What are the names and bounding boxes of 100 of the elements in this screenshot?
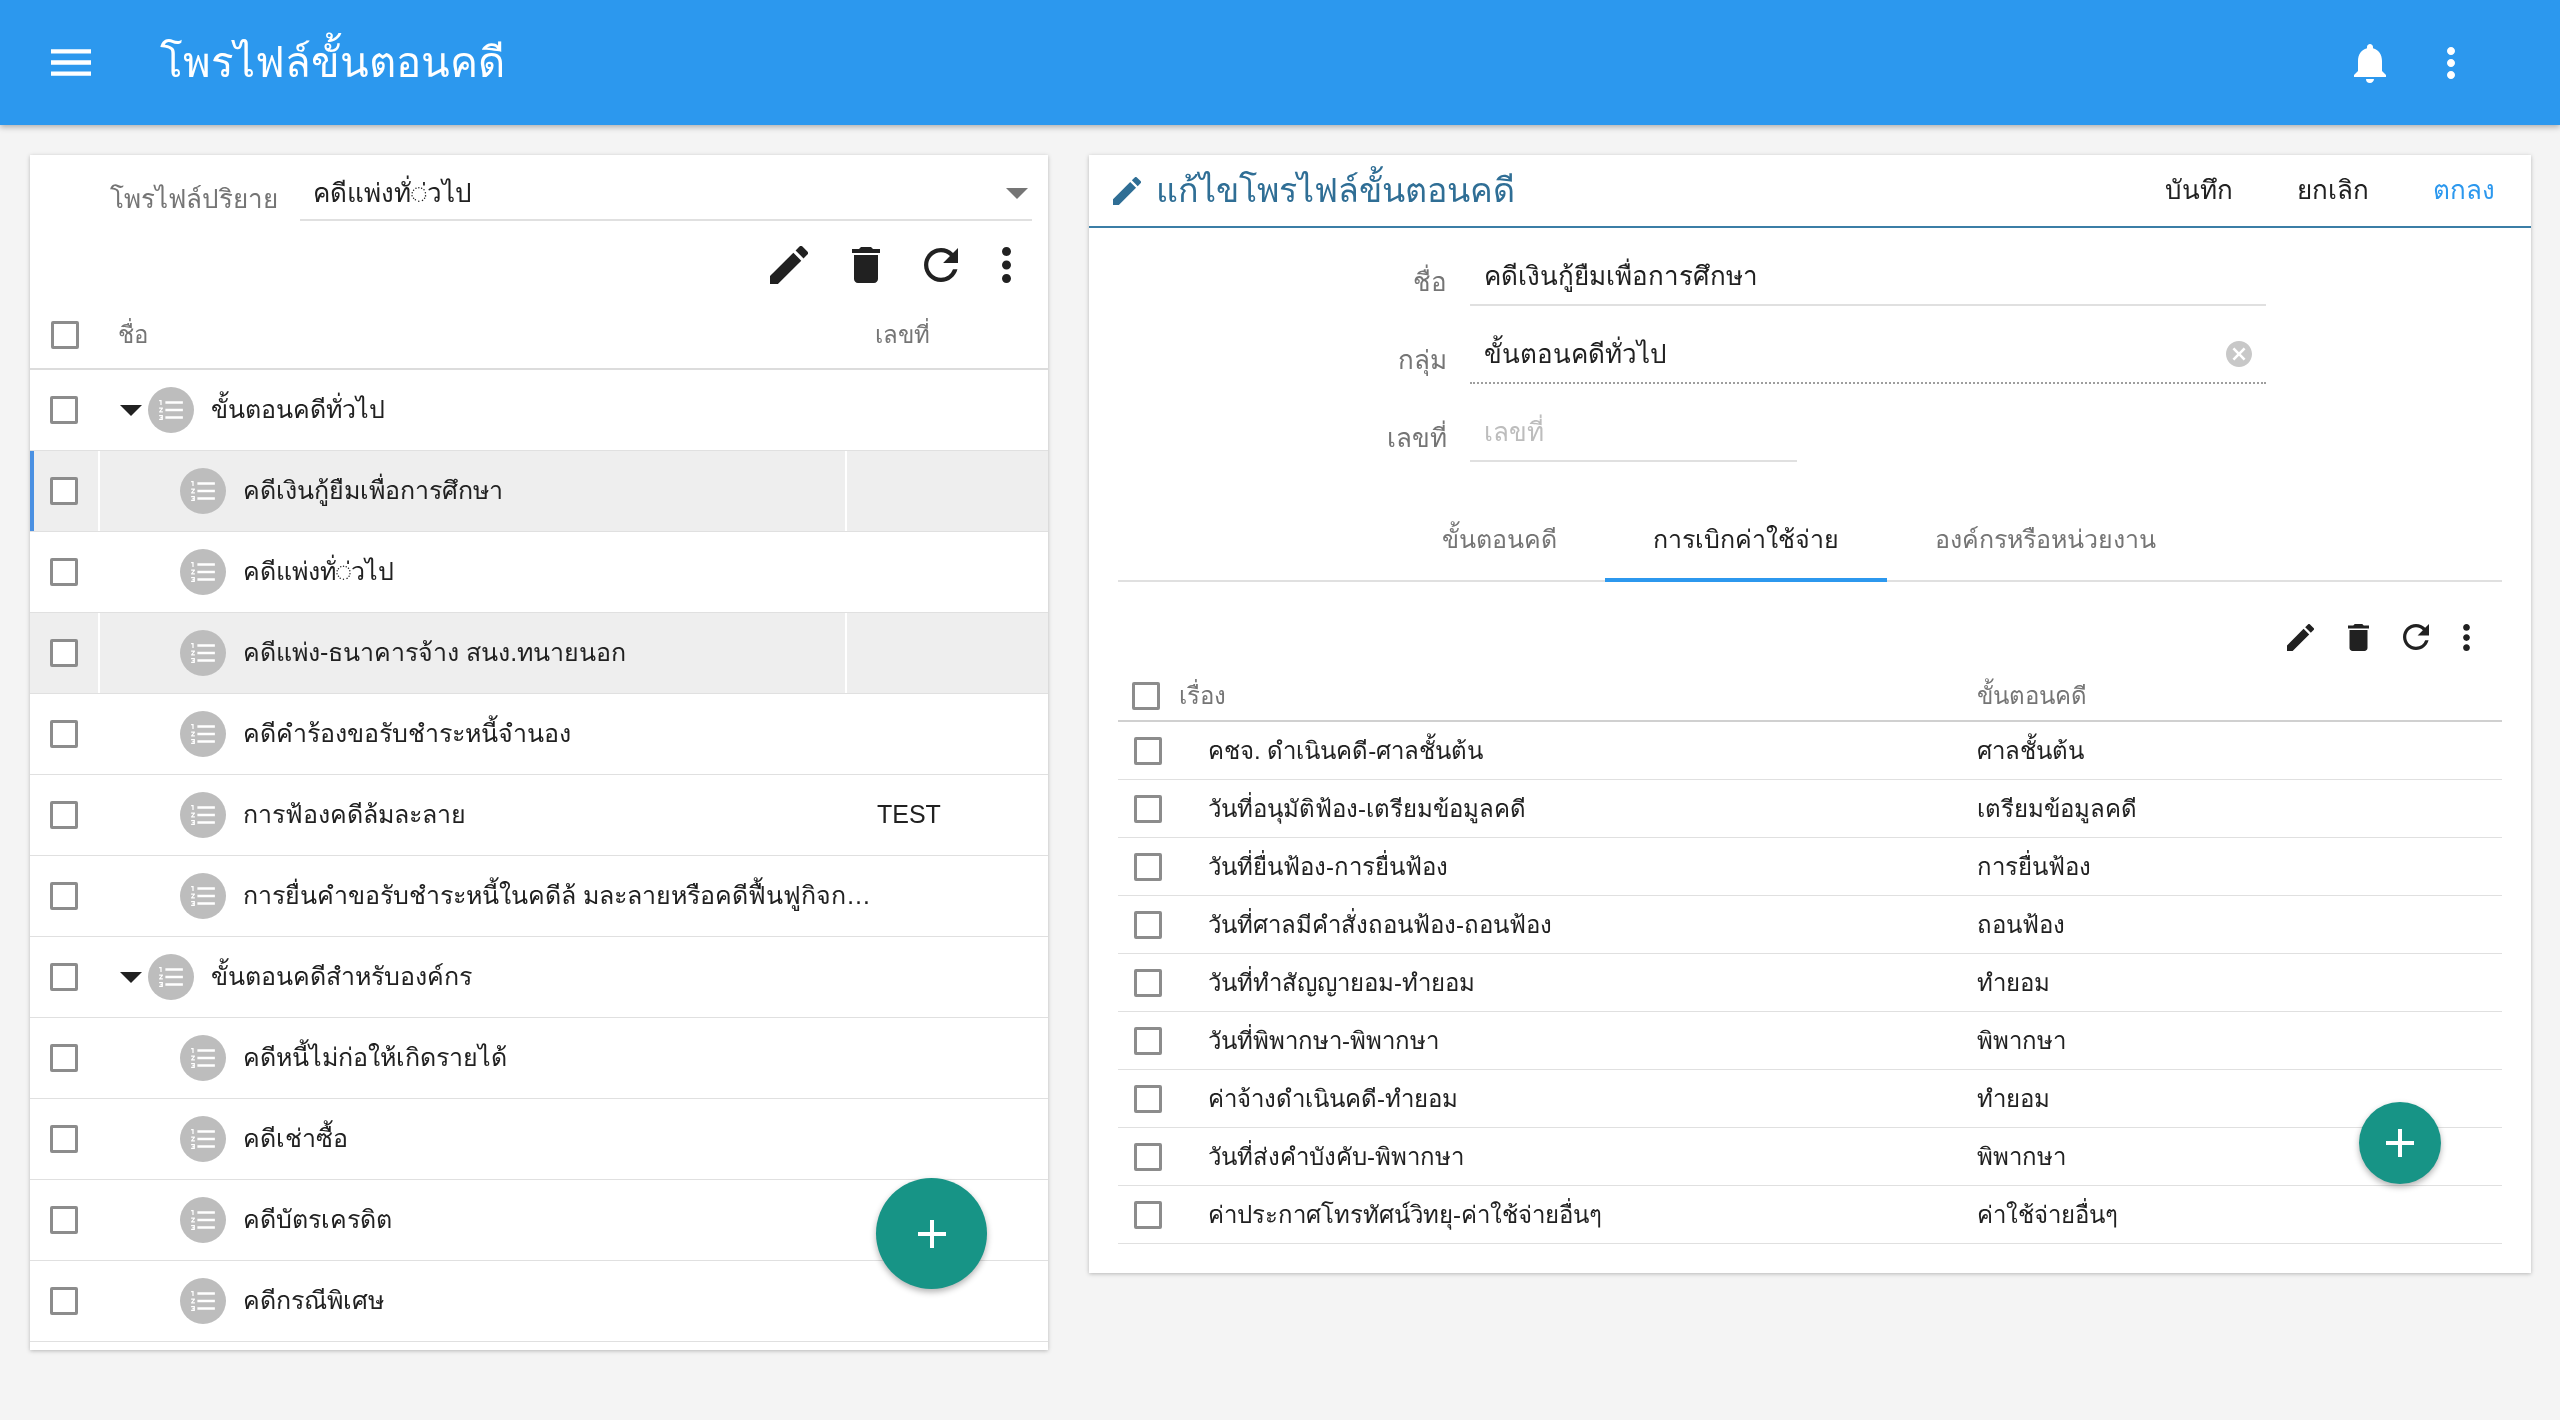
- tree-row[interactable]: คดีแพ่งทั่◌่วไป: [30, 532, 1048, 613]
- field-label: โพรไฟล์ปริยาย: [110, 183, 279, 216]
- item-name: คดีหนี้ไม่ก่อให้เกิดรายได้: [243, 1039, 507, 1077]
- checkbox[interactable]: [50, 558, 78, 586]
- panel-title: แก้ไขโพรไฟล์ขั้นตอนคดี: [1156, 165, 1515, 216]
- tree-row[interactable]: ขั้นตอนคดีสำหรับองค์กร: [30, 937, 1048, 1018]
- refresh-icon[interactable]: [2403, 624, 2429, 650]
- tree-row[interactable]: คดีกรณีพิเศษ: [30, 1261, 1048, 1342]
- checkbox[interactable]: [1134, 794, 1162, 823]
- item-name: คดีกรณีพิเศษ: [243, 1285, 384, 1317]
- numbered-list-icon: [148, 387, 194, 433]
- plus-icon: [917, 1219, 946, 1248]
- numbered-list-icon: [180, 630, 226, 676]
- table-cell-text: วันที่พิพากษา-พิพากษา: [1208, 1023, 1439, 1056]
- more-icon[interactable]: [1002, 247, 1011, 283]
- checkbox[interactable]: [50, 1125, 78, 1153]
- checkbox[interactable]: [50, 1287, 78, 1315]
- field-label: ชื่อ: [1089, 263, 1447, 306]
- checkbox[interactable]: [1132, 682, 1160, 710]
- checkbox[interactable]: [50, 396, 78, 424]
- table-cell-text: วันที่ศาลมีคำสั่งถอนฟ้อง-ถอนฟ้อง: [1208, 907, 1552, 940]
- text-field[interactable]: คดีเงินกู้ยืมเพื่อการศึกษา: [1470, 248, 2266, 306]
- trash-icon[interactable]: [852, 247, 880, 283]
- bell-icon[interactable]: [2354, 42, 2386, 83]
- checkbox[interactable]: [1134, 736, 1162, 765]
- pencil-icon: [1113, 176, 1141, 205]
- numbered-list-icon: [180, 873, 226, 919]
- pencil-icon[interactable]: [2287, 623, 2314, 651]
- tab[interactable]: องค์กรหรือหน่วยงาน: [1887, 502, 2204, 582]
- table-cell-text: วันที่ส่งคำบังคับ-พิพากษา: [1208, 1139, 1464, 1172]
- checkbox[interactable]: [50, 963, 78, 991]
- tree-row[interactable]: การฟ้องคดีล้มละลาย TEST: [30, 775, 1048, 856]
- table-cell-text: ค่าใช้จ่ายอื่นๆ: [1977, 1197, 2118, 1230]
- column-header: เลขที่: [875, 320, 930, 348]
- table-cell-text: ค่าประกาศโทรทัศน์วิทยุ-ค่าใช้จ่ายอื่นๆ: [1208, 1197, 1602, 1232]
- numbered-list-icon: [180, 468, 226, 514]
- checkbox[interactable]: [1134, 1200, 1162, 1229]
- column-header: เรื่อง: [1179, 678, 1226, 714]
- checkbox[interactable]: [50, 882, 78, 910]
- item-name: การฟ้องคดีล้มละลาย: [243, 799, 466, 831]
- save-button[interactable]: บันทึก: [2133, 162, 2265, 219]
- table-cell-text: ทำยอม: [1977, 1083, 2050, 1114]
- app-title: โพรไฟล์ขั้นตอนคดี: [160, 31, 505, 94]
- profile-select[interactable]: คดีแพ่งทั่◌่วไป: [300, 167, 1032, 221]
- table-cell-text: เตรียมข้อมูลคดี: [1977, 793, 2137, 826]
- table-cell-text: พิพากษา: [1977, 1025, 2066, 1056]
- tree-row[interactable]: คดีหนี้ไม่ก่อให้เกิดรายได้: [30, 1018, 1048, 1099]
- item-name: คดีเช่าซื้อ: [243, 1120, 348, 1158]
- item-name: คดีแพ่ง-ธนาคารจ้าง สนง.ทนายนอก: [243, 637, 627, 669]
- checkbox[interactable]: [1134, 968, 1162, 997]
- caret-down-icon[interactable]: [120, 971, 142, 983]
- tree-row[interactable]: คดีเงินกู้ยืมเพื่อการศึกษา: [30, 451, 1048, 532]
- checkbox[interactable]: [50, 1206, 78, 1234]
- checkbox[interactable]: [50, 720, 78, 748]
- numbered-list-icon: [180, 1278, 226, 1324]
- tree-row[interactable]: คดีบัตรเครดิต: [30, 1180, 1048, 1261]
- checkbox[interactable]: [50, 1044, 78, 1072]
- numbered-list-icon: [180, 711, 226, 757]
- item-name: คดีแพ่งทั่◌่วไป: [243, 553, 394, 591]
- item-name: คดีเงินกู้ยืมเพื่อการศึกษา: [243, 472, 503, 510]
- more-icon[interactable]: [2463, 623, 2470, 651]
- table-cell-text: วันที่ยื่นฟ้อง-การยื่นฟ้อง: [1208, 849, 1448, 882]
- numbered-list-icon: [180, 1197, 226, 1243]
- checkbox[interactable]: [50, 477, 78, 505]
- field-label: กลุ่ม: [1397, 344, 1447, 378]
- numbered-list-icon: [180, 792, 226, 838]
- tree-row[interactable]: คดีแพ่ง-ธนาคารจ้าง สนง.ทนายนอก: [30, 613, 1048, 694]
- caret-down-icon[interactable]: [120, 404, 142, 416]
- menu-icon[interactable]: [51, 49, 91, 76]
- select-field[interactable]: ขั้นตอนคดีทั่วไป: [1470, 326, 2266, 384]
- trash-icon[interactable]: [2348, 623, 2369, 651]
- plus-icon: [2386, 1129, 2414, 1157]
- column-header: ชื่อ: [118, 320, 148, 348]
- tree-row[interactable]: ขั้นตอนคดีทั่วไป: [30, 370, 1048, 451]
- add-button[interactable]: [2359, 1102, 2441, 1184]
- numbered-list-icon: [180, 549, 226, 595]
- item-name: การยื่นคำขอรับชำระหนี้ในคดีล้ มละลายหรือคดีฟื้นฟูกิจก…: [243, 877, 871, 915]
- checkbox[interactable]: [50, 639, 78, 667]
- checkbox[interactable]: [1134, 1084, 1162, 1113]
- checkbox[interactable]: [1134, 1026, 1162, 1055]
- tab[interactable]: การเบิกค่าใช้จ่าย: [1605, 502, 1887, 582]
- refresh-icon[interactable]: [924, 248, 958, 282]
- item-name: ขั้นตอนคดีทั่วไป: [211, 391, 385, 429]
- tab[interactable]: ขั้นตอนคดี: [1394, 502, 1605, 582]
- tree-row[interactable]: คดีเช่าซื้อ: [30, 1099, 1048, 1180]
- tree-row[interactable]: คดีคำร้องขอรับชำระหนี้จำนอง: [30, 694, 1048, 775]
- field-label: เลขที่: [1089, 419, 1447, 462]
- checkbox[interactable]: [1134, 910, 1162, 939]
- pencil-icon[interactable]: [770, 246, 808, 284]
- table-cell: ศาลชั้นต้น: [1977, 732, 2084, 769]
- checkbox[interactable]: [50, 801, 78, 829]
- cancel-button[interactable]: ยกเลิก: [2265, 162, 2401, 219]
- checkbox[interactable]: [1134, 852, 1162, 881]
- tree-row[interactable]: การยื่นคำขอรับชำระหนี้ในคดีล้ มละลายหรือคดีฟื้นฟูกิจก…: [30, 856, 1048, 937]
- table-cell: คชจ. ดำเนินคดี-ศาลชั้นต้น: [1208, 732, 1484, 769]
- checkbox[interactable]: [1134, 1142, 1162, 1171]
- numbered-list-icon: [180, 1035, 226, 1081]
- checkbox[interactable]: [51, 320, 79, 349]
- caret-down-icon: [1006, 187, 1028, 199]
- column-header: ขั้นตอนคดี: [1977, 678, 2087, 714]
